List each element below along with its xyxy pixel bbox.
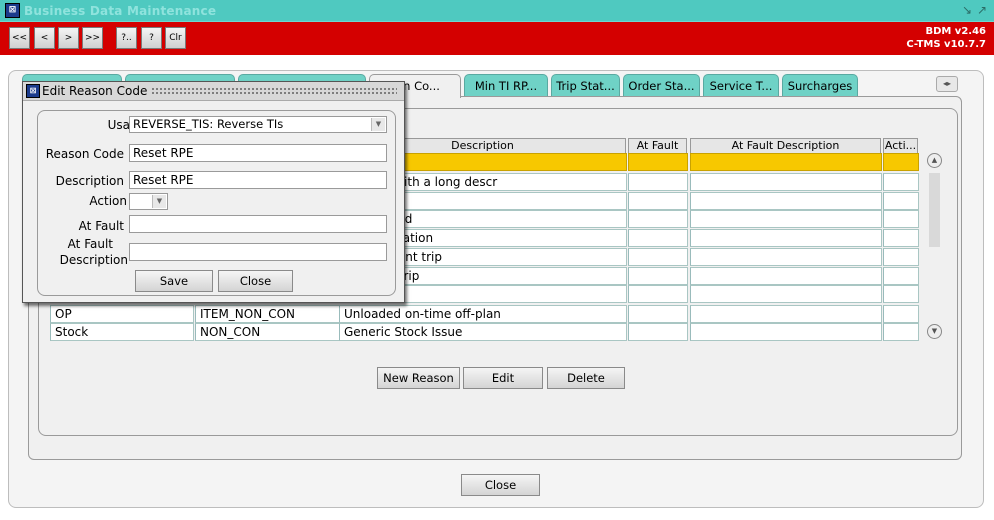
usage-cell[interactable]: OP [50,305,194,323]
app-icon: ⊠ [5,3,20,18]
at-fault-cell[interactable] [628,267,688,285]
at-fault-description-label-line1: At Fault [67,237,113,251]
action-select[interactable]: ▼ [129,193,168,210]
main-close-button[interactable]: Close [461,474,540,496]
at-fault-label: At Fault [78,219,124,233]
at-fault-field[interactable] [129,215,387,233]
at-fault-cell[interactable] [628,285,688,303]
at-fault-description-cell[interactable] [690,267,882,285]
scroll-up-icon[interactable]: ▲ [927,153,942,168]
dialog-drag-grip[interactable] [151,87,397,96]
previous-record-button[interactable]: < [34,27,55,49]
bdm-version: BDM v2.46 [925,26,986,37]
tab-order-status[interactable]: Order Sta... [623,74,700,97]
action-cell[interactable] [883,285,919,303]
scroll-down-icon[interactable]: ▼ [927,324,942,339]
usage-cell[interactable]: Stock [50,323,194,341]
query-list-button[interactable]: ?.. [116,27,137,49]
reason-code-label: Reason Code [45,147,124,161]
window-titlebar: ⊠ Business Data Maintenance ↘ ↗ [0,0,994,22]
edit-button[interactable]: Edit [463,367,543,389]
column-header-action: Acti... [883,138,918,154]
action-cell[interactable] [883,153,919,171]
maximize-icon[interactable]: ↗ [977,3,987,17]
at-fault-cell[interactable] [628,153,688,171]
toolbar: << < > >> ?.. ? Clr BDM v2.46 C-TMS v10.… [0,22,994,55]
at-fault-description-field[interactable] [129,243,387,261]
at-fault-description-cell[interactable] [690,323,882,341]
window-title: Business Data Maintenance [24,4,217,18]
at-fault-cell[interactable] [628,210,688,228]
first-record-button[interactable]: << [9,27,30,49]
description-cell[interactable]: Unloaded on-time off-plan [339,305,627,323]
at-fault-description-cell[interactable] [690,173,882,191]
at-fault-cell[interactable] [628,305,688,323]
action-label: Action [89,194,127,208]
dialog-app-icon: ⊠ [26,84,40,98]
at-fault-description-cell[interactable] [690,248,882,266]
at-fault-description-cell[interactable] [690,153,882,171]
at-fault-cell[interactable] [628,323,688,341]
at-fault-cell[interactable] [628,248,688,266]
at-fault-cell[interactable] [628,173,688,191]
at-fault-cell[interactable] [628,192,688,210]
minimize-icon[interactable]: ↘ [962,3,972,17]
column-header-at-fault-description: At Fault Description [690,138,881,154]
at-fault-description-cell[interactable] [690,210,882,228]
code-cell[interactable]: ITEM_NON_CON [195,305,340,323]
ctms-version: C-TMS v10.7.7 [906,39,986,50]
at-fault-description-cell[interactable] [690,192,882,210]
clear-button[interactable]: Clr [165,27,186,49]
dialog-close-button[interactable]: Close [218,270,293,292]
chevron-down-icon[interactable]: ▼ [371,118,385,131]
new-reason-button[interactable]: New Reason [377,367,460,389]
action-cell[interactable] [883,267,919,285]
at-fault-description-label-line2: Description [59,253,128,267]
edit-reason-code-dialog: ⊠ Edit Reason Code Usage REVERSE_TIS: Re… [22,81,405,303]
action-cell[interactable] [883,305,919,323]
action-cell[interactable] [883,192,919,210]
action-cell[interactable] [883,229,919,247]
table-scrollbar[interactable]: ▲ ▼ [926,153,942,341]
tab-scroll-icon[interactable]: ◂▸ [936,76,958,92]
tab-surcharges[interactable]: Surcharges [782,74,858,97]
at-fault-cell[interactable] [628,229,688,247]
next-record-button[interactable]: > [58,27,79,49]
action-cell[interactable] [883,173,919,191]
description-label: Description [55,174,124,188]
chevron-down-icon[interactable]: ▼ [152,195,166,208]
tab-min-ti-rpe[interactable]: Min TI RP... [464,74,548,97]
at-fault-description-cell[interactable] [690,305,882,323]
tab-trip-status[interactable]: Trip Stat... [551,74,620,97]
column-header-at-fault: At Fault [628,138,687,154]
tab-service-type[interactable]: Service T... [703,74,779,97]
query-button[interactable]: ? [141,27,162,49]
save-button[interactable]: Save [135,270,213,292]
at-fault-description-cell[interactable] [690,229,882,247]
usage-select[interactable]: REVERSE_TIS: Reverse TIs ▼ [129,116,387,133]
action-cell[interactable] [883,210,919,228]
action-cell[interactable] [883,248,919,266]
last-record-button[interactable]: >> [82,27,103,49]
action-cell[interactable] [883,323,919,341]
reason-code-field[interactable]: Reset RPE [129,144,387,162]
at-fault-description-cell[interactable] [690,285,882,303]
delete-button[interactable]: Delete [547,367,625,389]
description-cell[interactable]: Generic Stock Issue [339,323,627,341]
scroll-thumb[interactable] [929,173,940,247]
code-cell[interactable]: NON_CON [195,323,340,341]
usage-value: REVERSE_TIS: Reverse TIs [133,117,284,131]
dialog-titlebar[interactable]: ⊠ Edit Reason Code [23,82,404,101]
dialog-title: Edit Reason Code [42,84,148,98]
description-field[interactable]: Reset RPE [129,171,387,189]
